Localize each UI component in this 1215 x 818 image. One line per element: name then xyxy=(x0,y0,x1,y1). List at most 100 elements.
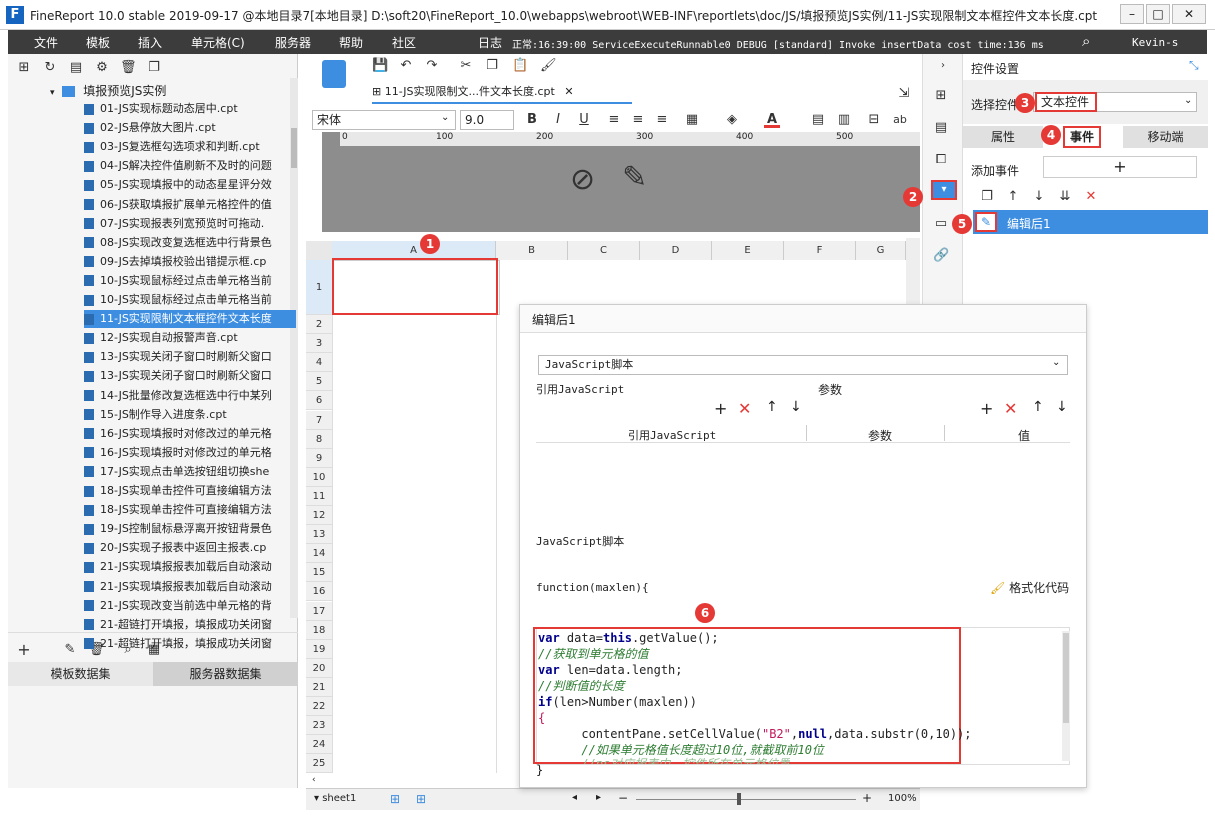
italic-icon[interactable]: I xyxy=(550,112,566,128)
next-icon[interactable]: ▸ xyxy=(596,792,601,803)
settings-icon[interactable]: ⚙ xyxy=(94,60,110,76)
tab-properties[interactable]: 属性 xyxy=(963,126,1043,148)
tree-item[interactable]: 07-JS实现报表列宽预览时可拖动. xyxy=(84,215,296,233)
search-icon[interactable]: ⌕ xyxy=(1082,32,1090,50)
tree-item[interactable]: 11-JS实现限制文本框控件文本长度 xyxy=(84,310,296,329)
copy-event-icon[interactable]: ❐ xyxy=(979,189,995,205)
zoom-out-icon[interactable]: − xyxy=(618,791,628,805)
delete-icon[interactable]: 🗑 xyxy=(120,60,137,76)
ab-icon[interactable]: ab xyxy=(892,112,908,128)
row-header[interactable]: 3 xyxy=(306,334,332,354)
save-icon[interactable]: 💾 xyxy=(372,58,388,74)
undo-icon[interactable]: ↶ xyxy=(398,58,414,74)
format-code-button[interactable]: 🖌 格式化代码 xyxy=(990,579,1069,596)
ref-up-icon[interactable]: ↑ xyxy=(766,399,778,415)
wrap-icon[interactable]: ⊟ xyxy=(866,112,882,128)
tree-item[interactable]: 10-JS实现鼠标经过点击单元格当前 xyxy=(84,291,296,309)
row-header[interactable]: 19 xyxy=(306,639,332,659)
pin-icon[interactable]: ⇲ xyxy=(896,86,912,102)
column-header[interactable]: C xyxy=(568,241,640,260)
tree-item[interactable]: 21-JS实现填报报表加载后自动滚动 xyxy=(84,558,296,576)
tree-item[interactable]: 15-JS制作导入进度条.cpt xyxy=(84,406,296,424)
tree-item[interactable]: 21-超链打开填报，填报成功关闭窗 xyxy=(84,635,296,653)
menu-server[interactable]: 服务器 xyxy=(275,34,311,51)
copy-icon[interactable]: ❐ xyxy=(146,60,162,76)
tree-item[interactable]: 13-JS实现关闭子窗口时刷新父窗口 xyxy=(84,367,296,385)
tree-item[interactable]: 10-JS实现鼠标经过点击单元格当前 xyxy=(84,272,296,290)
edit-icon[interactable]: ✎ xyxy=(62,642,78,658)
font-size-select[interactable]: 9.0 xyxy=(460,110,514,130)
row-header[interactable]: 2 xyxy=(306,315,332,334)
row-header[interactable]: 9 xyxy=(306,448,332,468)
row-header[interactable]: 25 xyxy=(306,754,332,774)
row-header[interactable]: 17 xyxy=(306,601,332,621)
minimize-icon[interactable]: – xyxy=(1120,4,1144,24)
log-label[interactable]: 日志 xyxy=(478,34,502,51)
tree-item[interactable]: 18-JS实现单击控件可直接编辑方法 xyxy=(84,501,296,519)
add-dataset-icon[interactable]: + xyxy=(16,642,32,658)
arrow-down-icon[interactable]: ↓ xyxy=(1031,189,1047,205)
row-header[interactable]: 20 xyxy=(306,658,332,678)
menu-template[interactable]: 模板 xyxy=(86,34,110,51)
row-header[interactable]: 18 xyxy=(306,620,332,640)
zoom-in-icon[interactable]: + xyxy=(862,791,872,805)
delete-param-icon[interactable]: ✕ xyxy=(1004,399,1017,418)
chevron-right-icon[interactable]: › xyxy=(935,58,951,74)
column-header[interactable]: G xyxy=(856,241,906,260)
tab-server-dataset[interactable]: 服务器数据集 xyxy=(153,662,298,686)
user-name[interactable]: Kevin-s xyxy=(1132,36,1178,49)
row-header[interactable]: 6 xyxy=(306,391,332,411)
copy-icon[interactable]: ❐ xyxy=(484,58,500,74)
tree-item[interactable]: 21-JS实现改变当前选中单元格的背 xyxy=(84,597,296,615)
add-event-button[interactable]: + xyxy=(1043,156,1197,178)
tree-item[interactable]: 17-JS实现点击单选按钮组切换she xyxy=(84,463,296,481)
menu-cell[interactable]: 单元格(C) xyxy=(191,34,245,51)
row-header[interactable]: 5 xyxy=(306,372,332,392)
tree-item[interactable]: 01-JS实现标题动态居中.cpt xyxy=(84,100,296,118)
align-right-icon[interactable]: ≡ xyxy=(654,112,670,128)
row-header[interactable]: 10 xyxy=(306,467,332,487)
merge-icon[interactable]: ▤ xyxy=(810,112,826,128)
add-folder-icon[interactable]: ⊞ xyxy=(16,60,32,76)
sort-icon[interactable]: ⇊ xyxy=(1057,189,1073,205)
prev-icon[interactable]: ◂ xyxy=(572,792,577,803)
crop-icon[interactable]: ⧠ xyxy=(933,152,949,168)
row-header[interactable]: 11 xyxy=(306,486,332,506)
row-header[interactable]: 23 xyxy=(306,716,332,736)
refresh-icon[interactable]: ↻ xyxy=(42,60,58,76)
font-select[interactable]: 宋体 xyxy=(312,110,456,130)
row-header[interactable]: 1 xyxy=(306,260,332,315)
tab-template[interactable]: ⊞ 11-JS实现限制文...件文本长度.cpt ✕ xyxy=(372,80,632,104)
column-header[interactable]: D xyxy=(640,241,712,260)
tree-item[interactable]: 13-JS实现关闭子窗口时刷新父窗口 xyxy=(84,348,296,366)
tree-item[interactable]: 14-JS批量修改复选框选中行中某列 xyxy=(84,387,296,405)
tree-item[interactable]: 18-JS实现单击控件可直接编辑方法 xyxy=(84,482,296,500)
element-info-icon[interactable]: ▤ xyxy=(933,120,949,136)
menu-help[interactable]: 帮助 xyxy=(339,34,363,51)
add-sheet2-icon[interactable]: ⊞ xyxy=(416,792,426,806)
tree-folder[interactable]: ▾ 填报预览JS实例 xyxy=(50,82,166,99)
edit-event-icon[interactable]: ✎ xyxy=(975,212,997,232)
cell-attr-icon[interactable]: ⊞ xyxy=(933,88,949,104)
column-header[interactable]: F xyxy=(784,241,856,260)
tree-item[interactable]: 03-JS复选框勾选项求和判断.cpt xyxy=(84,138,296,156)
param-down-icon[interactable]: ↓ xyxy=(1056,399,1068,415)
grid-corner[interactable] xyxy=(306,241,332,260)
menu-file[interactable]: 文件 xyxy=(34,34,58,51)
row-header[interactable]: 21 xyxy=(306,677,332,697)
add-ref-icon[interactable]: + xyxy=(714,399,727,418)
fill-color-icon[interactable]: ◈ xyxy=(724,112,740,128)
tree-item[interactable]: 12-JS实现自动报警声音.cpt xyxy=(84,329,296,347)
tree-item[interactable]: 06-JS获取填报扩展单元格控件的值 xyxy=(84,196,296,214)
tree-item[interactable]: 05-JS实现填报中的动态星星评分效 xyxy=(84,176,296,194)
widget-settings-icon[interactable]: ▾ xyxy=(931,180,957,200)
tree-item[interactable]: 02-JS悬停放大图片.cpt xyxy=(84,119,296,137)
row-header[interactable]: 7 xyxy=(306,410,332,430)
split-icon[interactable]: ▥ xyxy=(836,112,852,128)
tab-events[interactable]: 事件 xyxy=(1063,126,1101,148)
code-scrollbar[interactable] xyxy=(1062,631,1070,761)
zoom-slider[interactable] xyxy=(636,799,856,800)
sheet-tab[interactable]: ▾ sheet1 xyxy=(314,793,356,804)
underline-icon[interactable]: U xyxy=(576,112,592,128)
row-header[interactable]: 12 xyxy=(306,506,332,525)
